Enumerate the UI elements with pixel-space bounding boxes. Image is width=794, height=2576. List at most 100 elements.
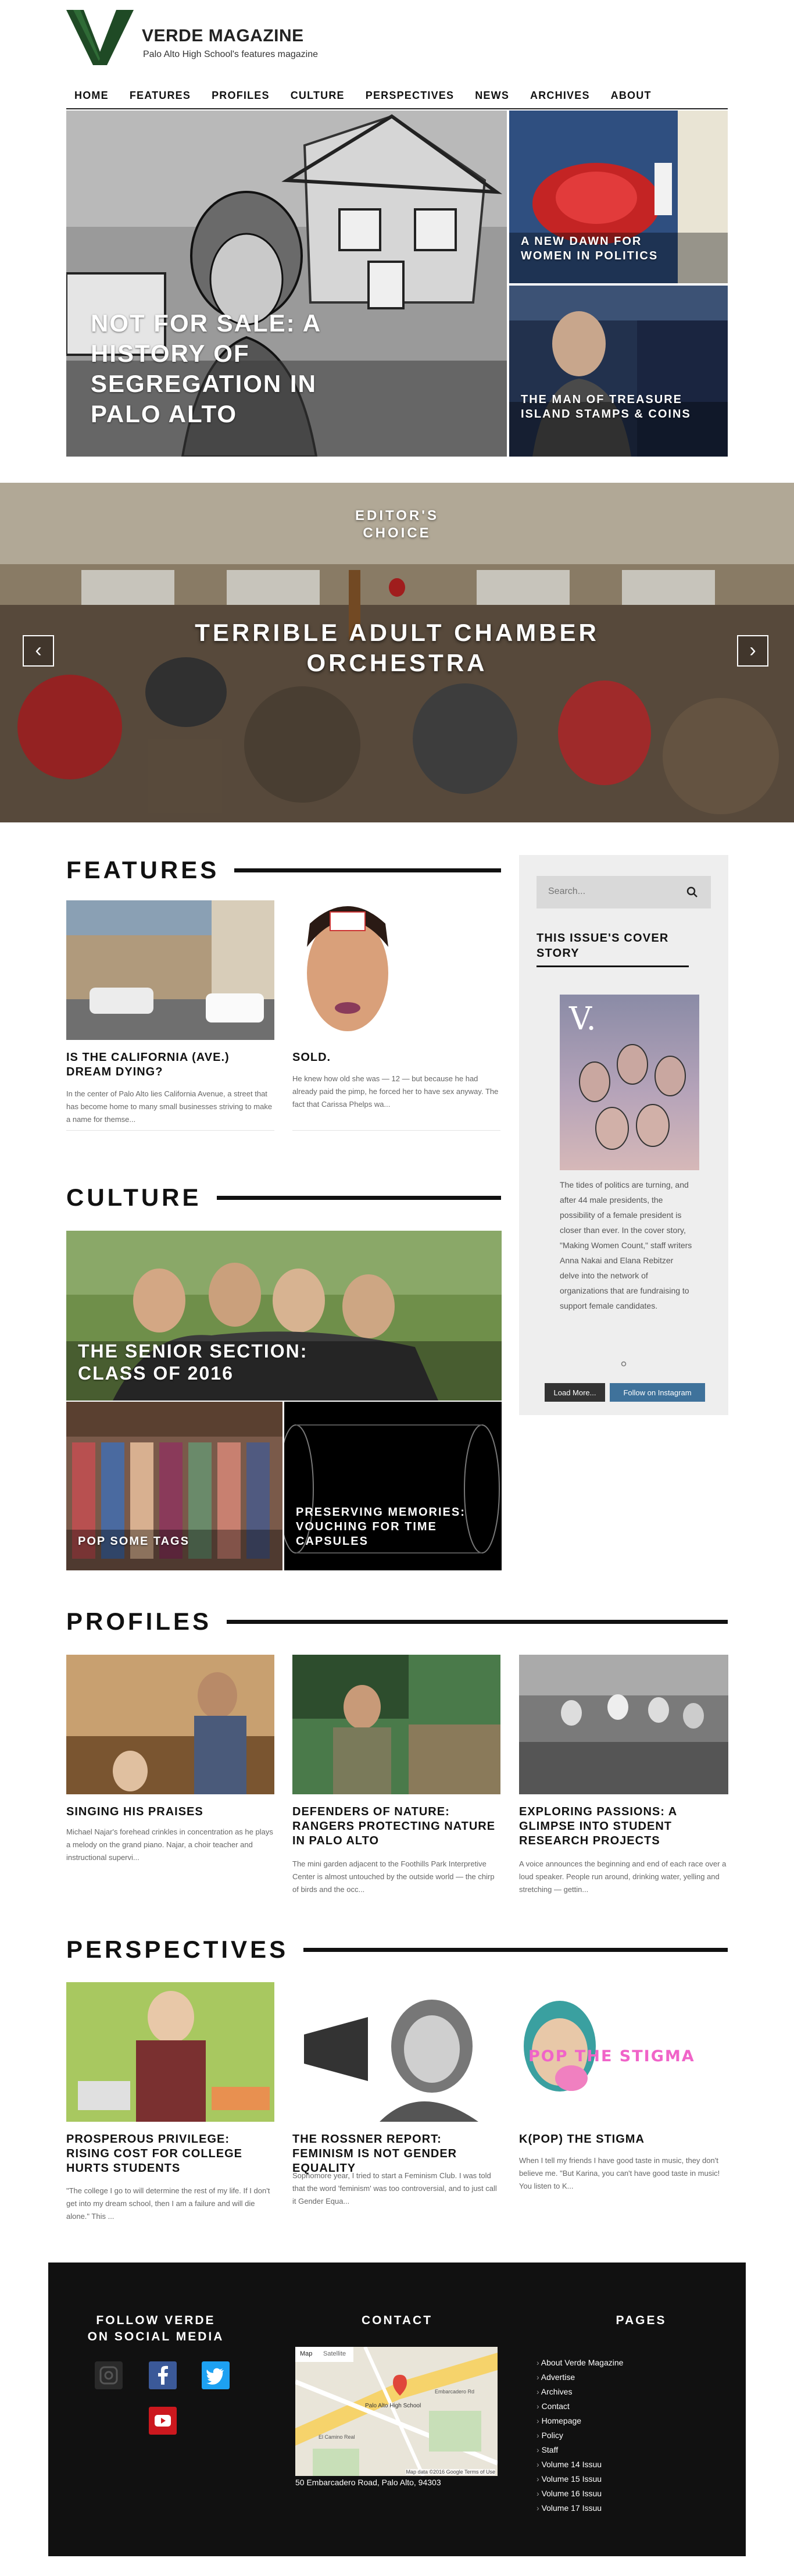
page-link-volume-16[interactable]: Volume 16 Issuu [537,2486,711,2501]
perspective-card-3-excerpt: When I tell my friends I have good taste… [519,2156,720,2190]
profile-card-3-title[interactable]: EXPLORING PASSIONS: A GLIMPSE INTO STUDE… [519,1805,727,1848]
nav-archives[interactable]: ARCHIVES [530,90,590,102]
instagram-icon[interactable] [95,2361,123,2389]
features-header: FEATURES [66,856,501,884]
profile-card-3-image[interactable] [519,1655,728,1794]
feature-card-2-image[interactable] [292,900,500,1040]
slider-next-arrow[interactable]: › [737,635,768,667]
map-tab-map[interactable]: Map [300,2350,312,2357]
perspectives-header: PERSPECTIVES [66,1936,728,1964]
profile-card-2-excerpt: The mini garden adjacent to the Foothill… [292,1859,495,1894]
perspective-card-1-image[interactable] [66,1982,274,2122]
track-runners-photo [519,1655,728,1794]
perspective-card-2-excerpt: Sophomore year, I tried to start a Femin… [292,2171,497,2206]
follow-instagram-button[interactable]: Follow on Instagram [610,1383,705,1402]
slider-prev-arrow[interactable]: ‹ [23,635,54,667]
culture-main-title[interactable]: THE SENIOR SECTION: CLASS OF 2016 [78,1340,369,1384]
contact-heading: CONTACT [361,2314,433,2327]
piano-teacher-photo [66,1655,274,1794]
profiles-heading[interactable]: PROFILES [66,1608,212,1636]
main-nav: HOME FEATURES PROFILES CULTURE PERSPECTI… [66,83,728,109]
map-credit: Map data ©2016 Google Terms of Use [406,2469,495,2475]
footer: FOLLOW VERDE ON SOCIAL MEDIA CONTACT PAG… [48,2263,746,2556]
hero-bottom-right-tile[interactable]: THE MAN OF TREASURE ISLAND STAMPS & COIN… [509,286,728,457]
nav-news[interactable]: NEWS [475,90,509,102]
profile-card-3-excerpt: A voice announces the beginning and end … [519,1859,727,1894]
perspective-card-2-image[interactable] [292,1982,500,2122]
park-ranger-photo [292,1655,500,1794]
hero-bottom-right-title[interactable]: THE MAN OF TREASURE ISLAND STAMPS & COIN… [521,393,701,422]
feature-card-2-divider [292,1130,500,1131]
culture-left-tile[interactable]: POP SOME TAGS [66,1402,282,1570]
search-box [537,876,711,908]
feature-card-1-divider [66,1130,274,1131]
perspectives-heading[interactable]: PERSPECTIVES [66,1936,288,1964]
page-link-policy[interactable]: Policy [537,2428,711,2443]
nav-perspectives[interactable]: PERSPECTIVES [366,90,454,102]
page-link-staff[interactable]: Staff [537,2443,711,2457]
perspective-card-1-excerpt: "The college I go to will determine the … [66,2186,270,2221]
profile-card-1-image[interactable] [66,1655,274,1794]
perspective-card-1-title[interactable]: PROSPEROUS PRIVILEGE: RISING COST FOR CO… [66,2132,274,2176]
privilege-illustration [66,1982,274,2122]
map-canvas [295,2347,498,2476]
verde-logo[interactable] [66,10,134,65]
page-link-archives[interactable]: Archives [537,2385,711,2399]
page: VERDE MAGAZINE Palo Alto High School's f… [0,0,794,2576]
nav-about[interactable]: ABOUT [611,90,652,102]
youtube-icon[interactable] [149,2407,177,2435]
search-icon[interactable] [686,886,698,898]
page-link-volume-17[interactable]: Volume 17 Issuu [537,2501,711,2516]
editors-choice-slider[interactable]: EDITOR'S CHOICE TERRIBLE ADULT CHAMBER O… [0,483,794,822]
editors-choice-title[interactable]: TERRIBLE ADULT CHAMBER ORCHESTRA [140,618,654,678]
sold-illustration [292,900,500,1040]
nav-culture[interactable]: CULTURE [291,90,345,102]
perspective-card-3-title[interactable]: K(POP) THE STIGMA [519,2132,727,2147]
hero-main-tile[interactable]: NOT FOR SALE: A HISTORY OF SEGREGATION I… [66,111,507,457]
load-more-button[interactable]: Load More... [545,1383,605,1402]
page-link-volume-14[interactable]: Volume 14 Issuu [537,2457,711,2472]
profiles-rule [227,1619,728,1624]
nav-profiles[interactable]: PROFILES [212,90,270,102]
profile-card-2-title[interactable]: DEFENDERS OF NATURE: RANGERS PROTECTING … [292,1805,500,1848]
hero-top-right-tile[interactable]: A NEW DAWN FOR WOMEN IN POLITICS [509,111,728,283]
map-tab-satellite[interactable]: Satellite [323,2350,346,2357]
culture-heading[interactable]: CULTURE [66,1184,202,1212]
culture-left-title[interactable]: POP SOME TAGS [78,1534,252,1549]
nav-home[interactable]: HOME [74,90,109,102]
search-input[interactable] [548,886,676,897]
profile-card-2-image[interactable] [292,1655,500,1794]
google-map[interactable]: Map Satellite Palo Alto High School El C… [295,2347,498,2476]
cover-image[interactable]: V. [560,995,699,1170]
hero-top-right-title[interactable]: A NEW DAWN FOR WOMEN IN POLITICS [521,234,672,263]
map-street-embarcadero: Embarcadero Rd [435,2389,475,2395]
hero-main-title[interactable]: NOT FOR SALE: A HISTORY OF SEGREGATION I… [91,308,393,429]
culture-right-title[interactable]: PRESERVING MEMORIES: VOUCHING FOR TIME C… [296,1505,482,1549]
nav-features[interactable]: FEATURES [130,90,191,102]
culture-header: CULTURE [66,1184,501,1212]
california-ave-photo [66,900,274,1040]
kpop-art-text: POP THE STIGMA [528,2047,695,2065]
feature-card-2-excerpt: He knew how old she was — 12 — but becau… [292,1074,499,1109]
pages-list: About Verde Magazine Advertise Archives … [537,2356,711,2516]
page-link-about[interactable]: About Verde Magazine [537,2356,711,2370]
page-link-homepage[interactable]: Homepage [537,2414,711,2428]
masthead: VERDE MAGAZINE Palo Alto High School's f… [66,10,728,65]
page-link-contact[interactable]: Contact [537,2399,711,2414]
feature-card-1-image[interactable] [66,900,274,1040]
profile-card-1-excerpt: Michael Najar's forehead crinkles in con… [66,1827,273,1862]
twitter-icon[interactable] [202,2361,230,2389]
feature-card-1-title[interactable]: IS THE CALIFORNIA (AVE.) DREAM DYING? [66,1050,274,1079]
features-heading[interactable]: FEATURES [66,856,219,884]
culture-right-tile[interactable]: PRESERVING MEMORIES: VOUCHING FOR TIME C… [284,1402,502,1570]
feature-card-2-title[interactable]: SOLD. [292,1050,500,1065]
feature-card-1-excerpt: In the center of Palo Alto lies Californ… [66,1089,273,1124]
page-link-volume-15[interactable]: Volume 15 Issuu [537,2472,711,2486]
brand-title[interactable]: VERDE MAGAZINE [142,26,304,46]
perspective-card-3-image[interactable]: POP THE STIGMA [519,1982,728,2122]
page-link-advertise[interactable]: Advertise [537,2370,711,2385]
culture-main-tile[interactable]: THE SENIOR SECTION: CLASS OF 2016 [66,1231,502,1401]
facebook-icon[interactable] [149,2361,177,2389]
perspectives-rule [303,1947,728,1952]
profile-card-1-title[interactable]: SINGING HIS PRAISES [66,1805,274,1819]
